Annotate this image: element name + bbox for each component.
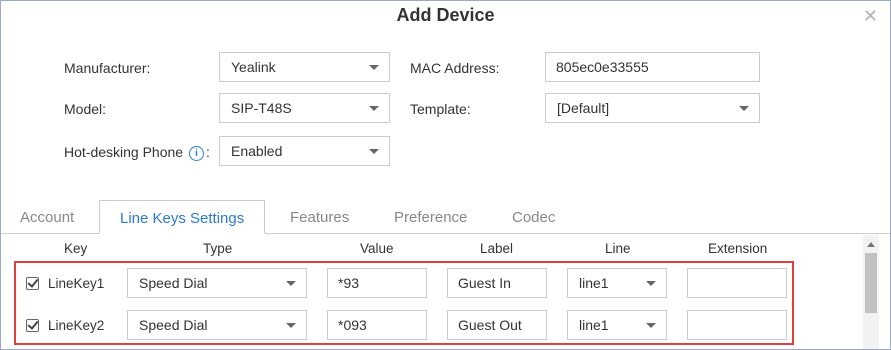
template-label: Template:	[410, 101, 471, 117]
column-header-type: Type	[203, 241, 233, 256]
chevron-down-icon	[369, 65, 379, 70]
template-select[interactable]: [Default]	[545, 93, 760, 123]
hotdesk-select[interactable]: Enabled	[219, 136, 390, 166]
hotdesk-label-group: Hot-desking Phone i:	[64, 144, 210, 161]
hotdesk-label: Hot-desking Phone	[64, 144, 184, 160]
column-header-extension: Extension	[708, 241, 768, 256]
model-value: SIP-T48S	[231, 100, 292, 116]
tab-codec[interactable]: Codec	[512, 209, 555, 226]
column-header-key: Key	[64, 241, 88, 256]
column-header-line: Line	[605, 241, 631, 256]
hotdesk-value: Enabled	[231, 143, 283, 159]
template-value: [Default]	[557, 100, 610, 116]
info-icon[interactable]: i	[188, 146, 204, 161]
chevron-down-icon	[369, 106, 379, 111]
mac-address-label: MAC Address:	[410, 60, 500, 76]
chevron-down-icon	[369, 149, 379, 154]
close-icon[interactable]: ✕	[863, 7, 878, 25]
tab-preference[interactable]: Preference	[394, 209, 467, 226]
tab-account[interactable]: Account	[20, 209, 74, 226]
scrollbar-thumb[interactable]	[865, 253, 877, 313]
tab-line-keys-settings[interactable]: Line Keys Settings	[99, 200, 266, 234]
highlight-box	[14, 261, 794, 345]
model-select[interactable]: SIP-T48S	[219, 93, 390, 123]
column-header-label: Label	[480, 241, 514, 256]
add-device-dialog: Add Device ✕ Manufacturer: Yealink Model…	[0, 0, 891, 350]
manufacturer-select[interactable]: Yealink	[219, 52, 390, 82]
model-label: Model:	[64, 101, 107, 117]
hotdesk-colon: :	[205, 144, 210, 160]
table-scrollbar[interactable]	[863, 235, 879, 349]
manufacturer-value: Yealink	[231, 59, 276, 75]
scroll-up-icon[interactable]	[867, 242, 875, 247]
chevron-down-icon	[739, 106, 749, 111]
manufacturer-label: Manufacturer:	[64, 60, 151, 76]
dialog-title: Add Device	[396, 5, 495, 25]
tab-features[interactable]: Features	[290, 209, 349, 226]
column-header-value: Value	[360, 241, 394, 256]
mac-address-input[interactable]: 805ec0e33555	[545, 52, 760, 82]
